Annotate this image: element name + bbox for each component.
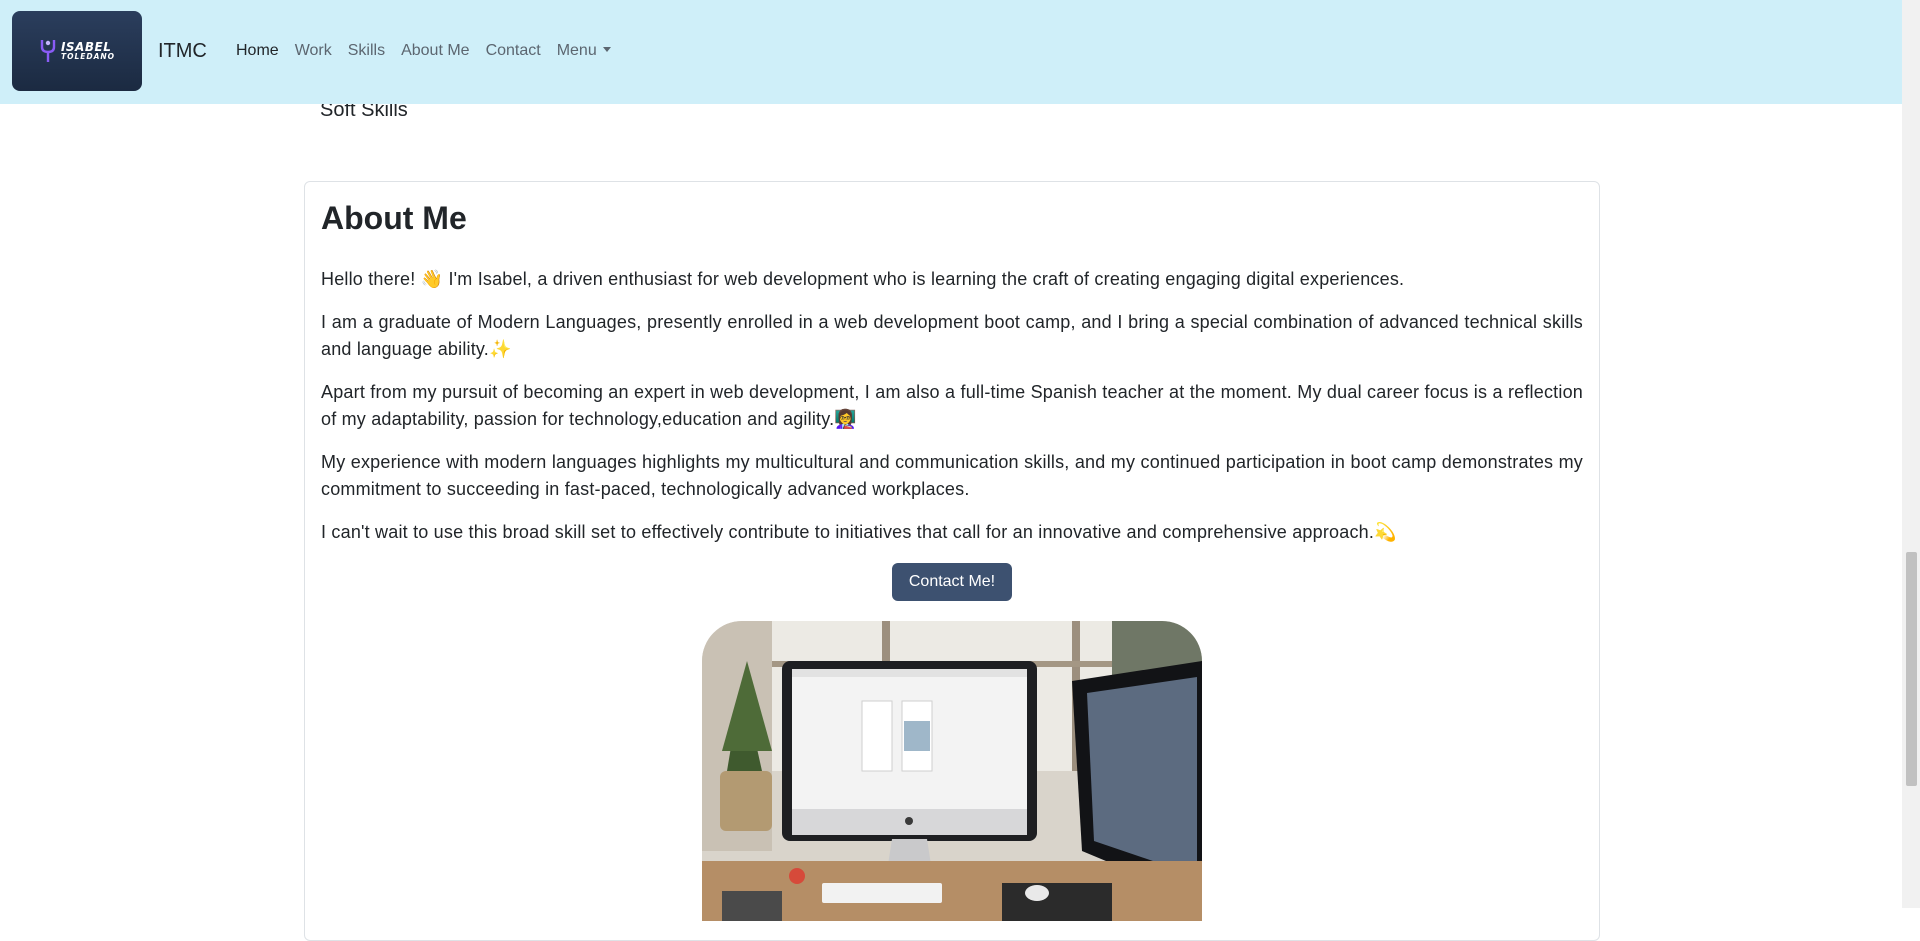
nav-link-skills[interactable]: Skills <box>340 42 393 60</box>
contact-me-button[interactable]: Contact Me! <box>892 563 1012 601</box>
nav-links: Home Work Skills About Me Contact Menu <box>228 42 619 60</box>
workspace-photo-illustration <box>702 621 1202 921</box>
navbar-brand[interactable]: ITMC <box>158 40 207 63</box>
about-me-title: About Me <box>321 200 467 236</box>
scrollbar-thumb[interactable] <box>1906 552 1917 786</box>
logo-mark-icon <box>40 40 56 62</box>
about-paragraph: My experience with modern languages high… <box>321 452 1583 499</box>
logo[interactable]: ISABEL TOLEDANO <box>12 11 142 91</box>
about-paragraph: I am a graduate of Modern Languages, pre… <box>321 312 1583 359</box>
nav-dropdown-label: Menu <box>556 42 597 59</box>
about-paragraph: Hello there! 👋 I'm Isabel, a driven enth… <box>321 269 1405 289</box>
navbar: ISABEL TOLEDANO ITMC Home Work Skills Ab… <box>0 0 1902 104</box>
nav-dropdown-menu[interactable]: Menu <box>549 42 619 60</box>
page-scrollbar[interactable] <box>1902 0 1920 908</box>
about-paragraph: Apart from my pursuit of becoming an exp… <box>321 382 1583 429</box>
about-me-card: About Me Hello there! 👋 I'm Isabel, a dr… <box>304 181 1600 941</box>
nav-link-home[interactable]: Home <box>228 42 287 60</box>
nav-link-work[interactable]: Work <box>287 42 340 60</box>
nav-link-about-me[interactable]: About Me <box>393 42 477 60</box>
about-paragraph: I can't wait to use this broad skill set… <box>321 522 1397 542</box>
logo-text: ISABEL TOLEDANO <box>61 41 115 61</box>
nav-link-contact[interactable]: Contact <box>478 42 549 60</box>
logo-line2: TOLEDANO <box>60 52 116 62</box>
about-me-text: Hello there! 👋 I'm Isabel, a driven enth… <box>321 266 1583 562</box>
caret-down-icon <box>602 47 611 52</box>
workspace-photo <box>702 621 1202 921</box>
